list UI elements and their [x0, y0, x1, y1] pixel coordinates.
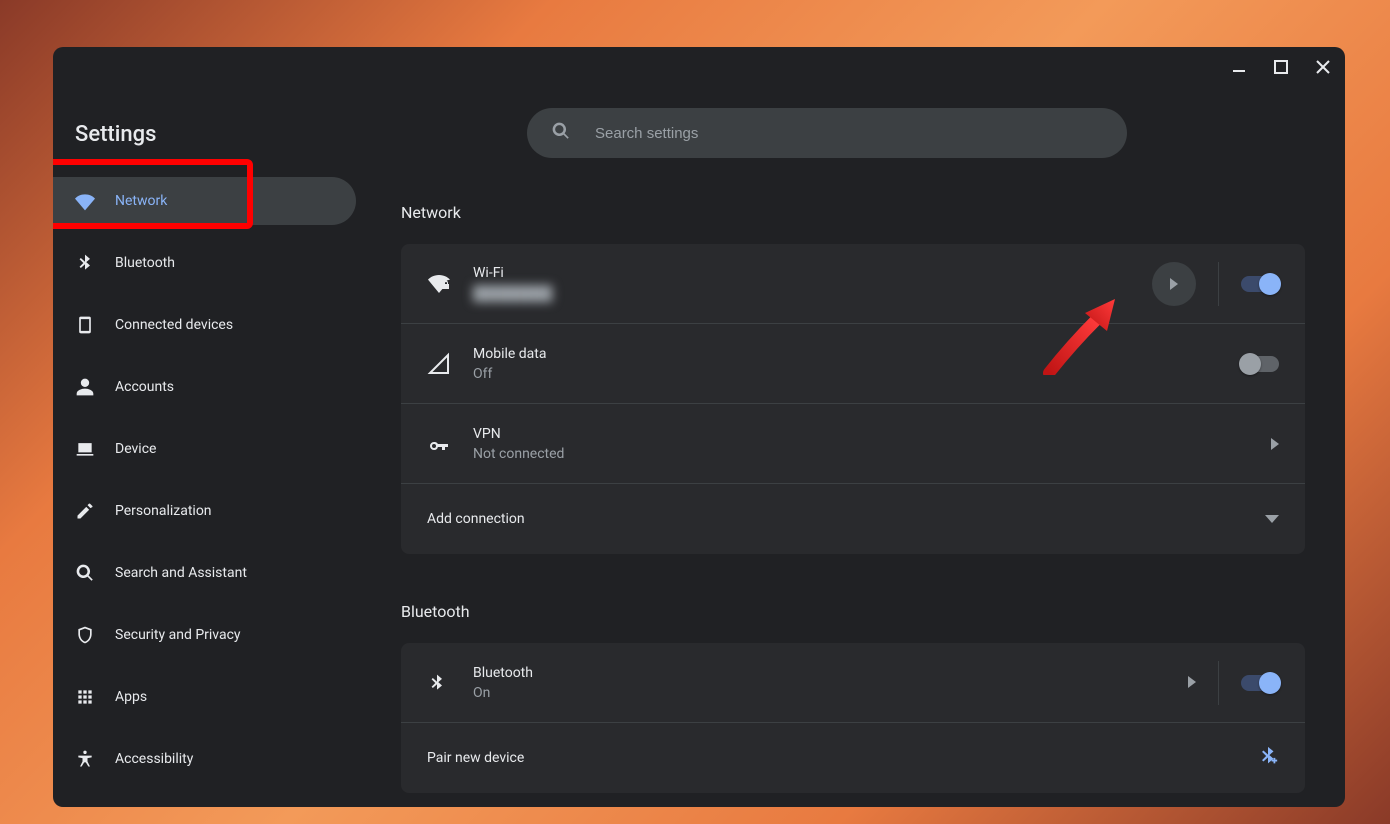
mobile-label: Mobile data — [473, 346, 1241, 362]
sidebar-item-bluetooth[interactable]: Bluetooth — [53, 239, 356, 287]
section-title-network: Network — [401, 203, 1305, 222]
laptop-icon — [75, 439, 95, 459]
sidebar-item-connected-devices[interactable]: Connected devices — [53, 301, 356, 349]
wifi-label: Wi-Fi — [473, 265, 1152, 281]
window-controls — [1227, 47, 1345, 87]
row-wifi[interactable]: Wi-Fi ████████ — [401, 244, 1305, 324]
sidebar-item-label: Accounts — [115, 379, 174, 395]
sidebar-item-apps[interactable]: Apps — [53, 673, 356, 721]
sidebar-item-label: Connected devices — [115, 317, 233, 333]
add-connection-label: Add connection — [427, 511, 1265, 527]
wifi-toggle[interactable] — [1241, 276, 1279, 292]
accessibility-icon — [75, 749, 95, 769]
phone-icon — [75, 315, 95, 335]
wifi-icon — [75, 191, 95, 211]
chevron-right-icon — [1271, 438, 1279, 450]
bluetooth-status: On — [473, 685, 1188, 701]
apps-icon — [75, 687, 95, 707]
sidebar-item-label: Personalization — [115, 503, 212, 519]
key-icon — [427, 432, 473, 456]
vpn-label: VPN — [473, 426, 1271, 442]
bluetooth-card: Bluetooth On Pair new device — [401, 643, 1305, 793]
minimize-button[interactable] — [1227, 55, 1251, 79]
signal-icon — [427, 352, 473, 376]
nav: Network Bluetooth Connected devices — [53, 177, 373, 783]
sidebar-item-label: Accessibility — [115, 751, 193, 767]
row-vpn[interactable]: VPN Not connected — [401, 404, 1305, 484]
sidebar-item-label: Search and Assistant — [115, 565, 247, 581]
search-bar[interactable] — [527, 108, 1127, 158]
mobile-status: Off — [473, 366, 1241, 382]
bluetooth-icon — [75, 253, 95, 273]
wifi-lock-icon — [427, 272, 473, 296]
sidebar-item-security-privacy[interactable]: Security and Privacy — [53, 611, 356, 659]
maximize-button[interactable] — [1269, 55, 1293, 79]
bluetooth-expand[interactable] — [1188, 673, 1196, 692]
person-icon — [75, 377, 95, 397]
vpn-status: Not connected — [473, 446, 1271, 462]
sidebar-item-label: Device — [115, 441, 156, 457]
search-icon — [75, 563, 95, 583]
search-icon — [551, 121, 571, 145]
sidebar: Network Bluetooth Connected devices — [53, 47, 373, 807]
wifi-ssid: ████████ — [473, 285, 1152, 302]
bluetooth-add-icon — [1257, 745, 1279, 771]
section-title-bluetooth: Bluetooth — [401, 602, 1305, 621]
sidebar-item-personalization[interactable]: Personalization — [53, 487, 356, 535]
sidebar-item-label: Apps — [115, 689, 147, 705]
row-mobile-data[interactable]: Mobile data Off — [401, 324, 1305, 404]
sidebar-item-label: Security and Privacy — [115, 627, 241, 643]
bluetooth-label: Bluetooth — [473, 665, 1188, 681]
row-add-connection[interactable]: Add connection — [401, 484, 1305, 554]
sidebar-item-label: Bluetooth — [115, 255, 175, 271]
sidebar-item-accounts[interactable]: Accounts — [53, 363, 356, 411]
mobile-toggle[interactable] — [1241, 356, 1279, 372]
bluetooth-toggle[interactable] — [1241, 675, 1279, 691]
pencil-icon — [75, 501, 95, 521]
sidebar-item-network[interactable]: Network — [53, 177, 356, 225]
divider — [1218, 262, 1219, 306]
row-pair-device[interactable]: Pair new device — [401, 723, 1305, 793]
sidebar-item-device[interactable]: Device — [53, 425, 356, 473]
wifi-expand-button[interactable] — [1152, 262, 1196, 306]
sidebar-item-label: Network — [115, 193, 167, 209]
close-button[interactable] — [1311, 55, 1335, 79]
shield-icon — [75, 625, 95, 645]
sidebar-item-search-assistant[interactable]: Search and Assistant — [53, 549, 356, 597]
search-input[interactable] — [595, 125, 1127, 142]
divider — [1218, 661, 1219, 705]
bluetooth-icon — [427, 673, 473, 693]
pair-label: Pair new device — [427, 750, 1257, 766]
chevron-down-icon — [1265, 512, 1279, 526]
row-bluetooth[interactable]: Bluetooth On — [401, 643, 1305, 723]
network-card: Wi-Fi ████████ Mobile data Off — [401, 244, 1305, 554]
settings-window: Settings Network Bluetooth — [53, 47, 1345, 807]
sidebar-item-accessibility[interactable]: Accessibility — [53, 735, 356, 783]
